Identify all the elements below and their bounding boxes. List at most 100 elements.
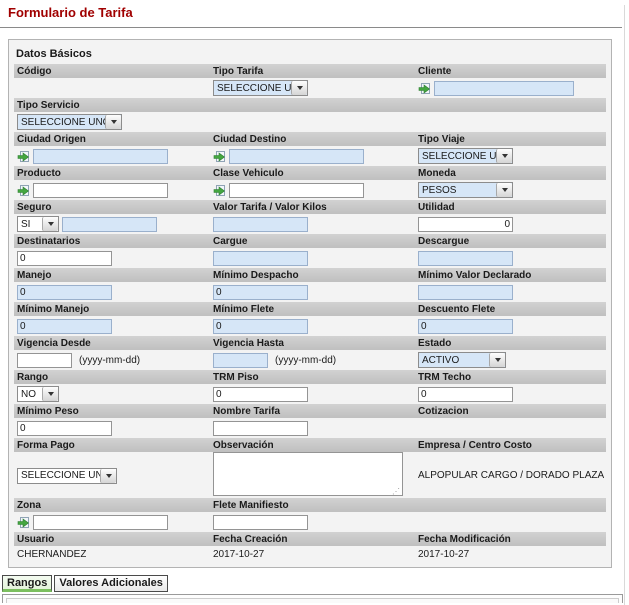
cliente-lookup-icon[interactable] bbox=[418, 82, 431, 95]
cliente-field bbox=[418, 81, 606, 96]
descuento-flete-input[interactable] bbox=[418, 319, 513, 334]
tab-valores-adicionales[interactable]: Valores Adicionales bbox=[54, 575, 168, 592]
fecha-modificacion-value: 2017-10-27 bbox=[418, 549, 469, 560]
tab-rangos[interactable]: Rangos bbox=[2, 575, 52, 592]
moneda-select[interactable]: PESOS bbox=[418, 182, 513, 198]
vigencia-hasta-input[interactable] bbox=[213, 353, 268, 368]
valor-tarifa-input[interactable] bbox=[213, 217, 308, 232]
valor-tarifa-field bbox=[213, 217, 418, 232]
vigencia-desde-input[interactable] bbox=[17, 353, 72, 368]
fecha-creacion-label: Fecha Creación bbox=[213, 534, 418, 545]
labelbar-row7: Manejo Mínimo Despacho Mínimo Valor Decl… bbox=[14, 268, 606, 282]
valrow-row1: SELECCIONE UNO bbox=[14, 78, 606, 98]
chevron-down-icon bbox=[42, 387, 58, 401]
zona-input[interactable] bbox=[33, 515, 168, 530]
descuento-flete-field bbox=[418, 319, 606, 334]
ciudad-origen-input[interactable] bbox=[33, 149, 168, 164]
producto-lookup-icon[interactable] bbox=[17, 184, 30, 197]
descargue-field bbox=[418, 251, 606, 266]
ciudad-destino-lookup-icon[interactable] bbox=[213, 150, 226, 163]
rango-select[interactable]: NO bbox=[17, 386, 59, 402]
trm-techo-label: TRM Techo bbox=[418, 372, 606, 383]
ciudad-destino-field bbox=[213, 149, 418, 164]
utilidad-input[interactable] bbox=[418, 217, 513, 232]
minimo-despacho-field bbox=[213, 285, 418, 300]
cliente-label: Cliente bbox=[418, 66, 606, 77]
flete-manifiesto-input[interactable] bbox=[213, 515, 308, 530]
chevron-down-icon bbox=[496, 149, 512, 163]
labelbar-row14: Usuario Fecha Creación Fecha Modificació… bbox=[14, 532, 606, 546]
tipo-servicio-select-value: SELECCIONE UNO bbox=[18, 117, 105, 128]
manejo-field bbox=[17, 285, 213, 300]
observacion-textarea[interactable] bbox=[213, 452, 403, 496]
trm-piso-input[interactable] bbox=[213, 387, 308, 402]
tipo-tarifa-label: Tipo Tarifa bbox=[213, 66, 418, 77]
valor-tarifa-label: Valor Tarifa / Valor Kilos bbox=[213, 202, 418, 213]
seguro-label: Seguro bbox=[17, 202, 213, 213]
estado-select-value: ACTIVO bbox=[419, 355, 489, 366]
chevron-down-icon bbox=[42, 217, 58, 231]
tipo-tarifa-field: SELECCIONE UNO bbox=[213, 80, 418, 96]
clase-vehiculo-input[interactable] bbox=[229, 183, 364, 198]
valrow-row12: SELECCIONE UNO ⋰ ALPOPULAR CARGO / DORAD… bbox=[14, 452, 606, 498]
moneda-field: PESOS bbox=[418, 182, 606, 198]
empresa-centro-costo-label: Empresa / Centro Costo bbox=[418, 440, 606, 451]
estado-field: ACTIVO bbox=[418, 352, 606, 368]
fecha-creacion-value: 2017-10-27 bbox=[213, 549, 264, 560]
tipo-servicio-select[interactable]: SELECCIONE UNO bbox=[17, 114, 122, 130]
title-divider bbox=[0, 27, 622, 28]
ciudad-destino-input[interactable] bbox=[229, 149, 364, 164]
valrow-row5: SI bbox=[14, 214, 606, 234]
tipo-tarifa-select[interactable]: SELECCIONE UNO bbox=[213, 80, 308, 96]
labelbar-row13: Zona Flete Manifiesto bbox=[14, 498, 606, 512]
labelbar-row6: Destinatarios Cargue Descargue bbox=[14, 234, 606, 248]
nombre-tarifa-label: Nombre Tarifa bbox=[213, 406, 418, 417]
producto-input[interactable] bbox=[33, 183, 168, 198]
producto-label: Producto bbox=[17, 168, 213, 179]
manejo-label: Manejo bbox=[17, 270, 213, 281]
tipo-servicio-field: SELECCIONE UNO bbox=[17, 114, 213, 130]
minimo-peso-input[interactable] bbox=[17, 421, 112, 436]
zona-lookup-icon[interactable] bbox=[17, 516, 30, 529]
manejo-input[interactable] bbox=[17, 285, 112, 300]
valrow-row13 bbox=[14, 512, 606, 532]
ciudad-origen-field bbox=[17, 149, 213, 164]
flete-manifiesto-label: Flete Manifiesto bbox=[213, 500, 418, 511]
vigencia-desde-field: (yyyy-mm-dd) bbox=[17, 353, 213, 368]
valrow-row8 bbox=[14, 316, 606, 336]
tipo-viaje-select[interactable]: SELECCIONE UNO bbox=[418, 148, 513, 164]
tipo-servicio-label: Tipo Servicio bbox=[17, 100, 213, 111]
labelbar-row9: Vigencia Desde Vigencia Hasta Estado bbox=[14, 336, 606, 350]
trm-techo-input[interactable] bbox=[418, 387, 513, 402]
tipo-viaje-select-value: SELECCIONE UNO bbox=[419, 151, 496, 162]
cliente-input[interactable] bbox=[434, 81, 574, 96]
forma-pago-select-value: SELECCIONE UNO bbox=[18, 470, 100, 481]
forma-pago-select[interactable]: SELECCIONE UNO bbox=[17, 468, 117, 484]
rangos-panel bbox=[2, 594, 623, 603]
minimo-despacho-input[interactable] bbox=[213, 285, 308, 300]
minimo-valor-declarado-input[interactable] bbox=[418, 285, 513, 300]
destinatarios-input[interactable] bbox=[17, 251, 112, 266]
moneda-select-value: PESOS bbox=[419, 185, 496, 196]
cotizacion-label: Cotizacion bbox=[418, 406, 606, 417]
seguro-select[interactable]: SI bbox=[17, 216, 59, 232]
panel-legend: Datos Básicos bbox=[14, 44, 606, 64]
minimo-despacho-label: Mínimo Despacho bbox=[213, 270, 418, 281]
clase-vehiculo-field bbox=[213, 183, 418, 198]
vigencia-desde-format-hint: (yyyy-mm-dd) bbox=[79, 355, 140, 366]
nombre-tarifa-input[interactable] bbox=[213, 421, 308, 436]
minimo-flete-input[interactable] bbox=[213, 319, 308, 334]
vigencia-hasta-field: (yyyy-mm-dd) bbox=[213, 353, 418, 368]
seguro-input[interactable] bbox=[62, 217, 157, 232]
codigo-label: Código bbox=[17, 66, 213, 77]
clase-vehiculo-lookup-icon[interactable] bbox=[213, 184, 226, 197]
cargue-input[interactable] bbox=[213, 251, 308, 266]
estado-select[interactable]: ACTIVO bbox=[418, 352, 506, 368]
minimo-manejo-input[interactable] bbox=[17, 319, 112, 334]
minimo-peso-field bbox=[17, 421, 213, 436]
ciudad-origen-lookup-icon[interactable] bbox=[17, 150, 30, 163]
valrow-row9: (yyyy-mm-dd) (yyyy-mm-dd) ACTIVO bbox=[14, 350, 606, 370]
rango-label: Rango bbox=[17, 372, 213, 383]
forma-pago-label: Forma Pago bbox=[17, 440, 213, 451]
descargue-input[interactable] bbox=[418, 251, 513, 266]
